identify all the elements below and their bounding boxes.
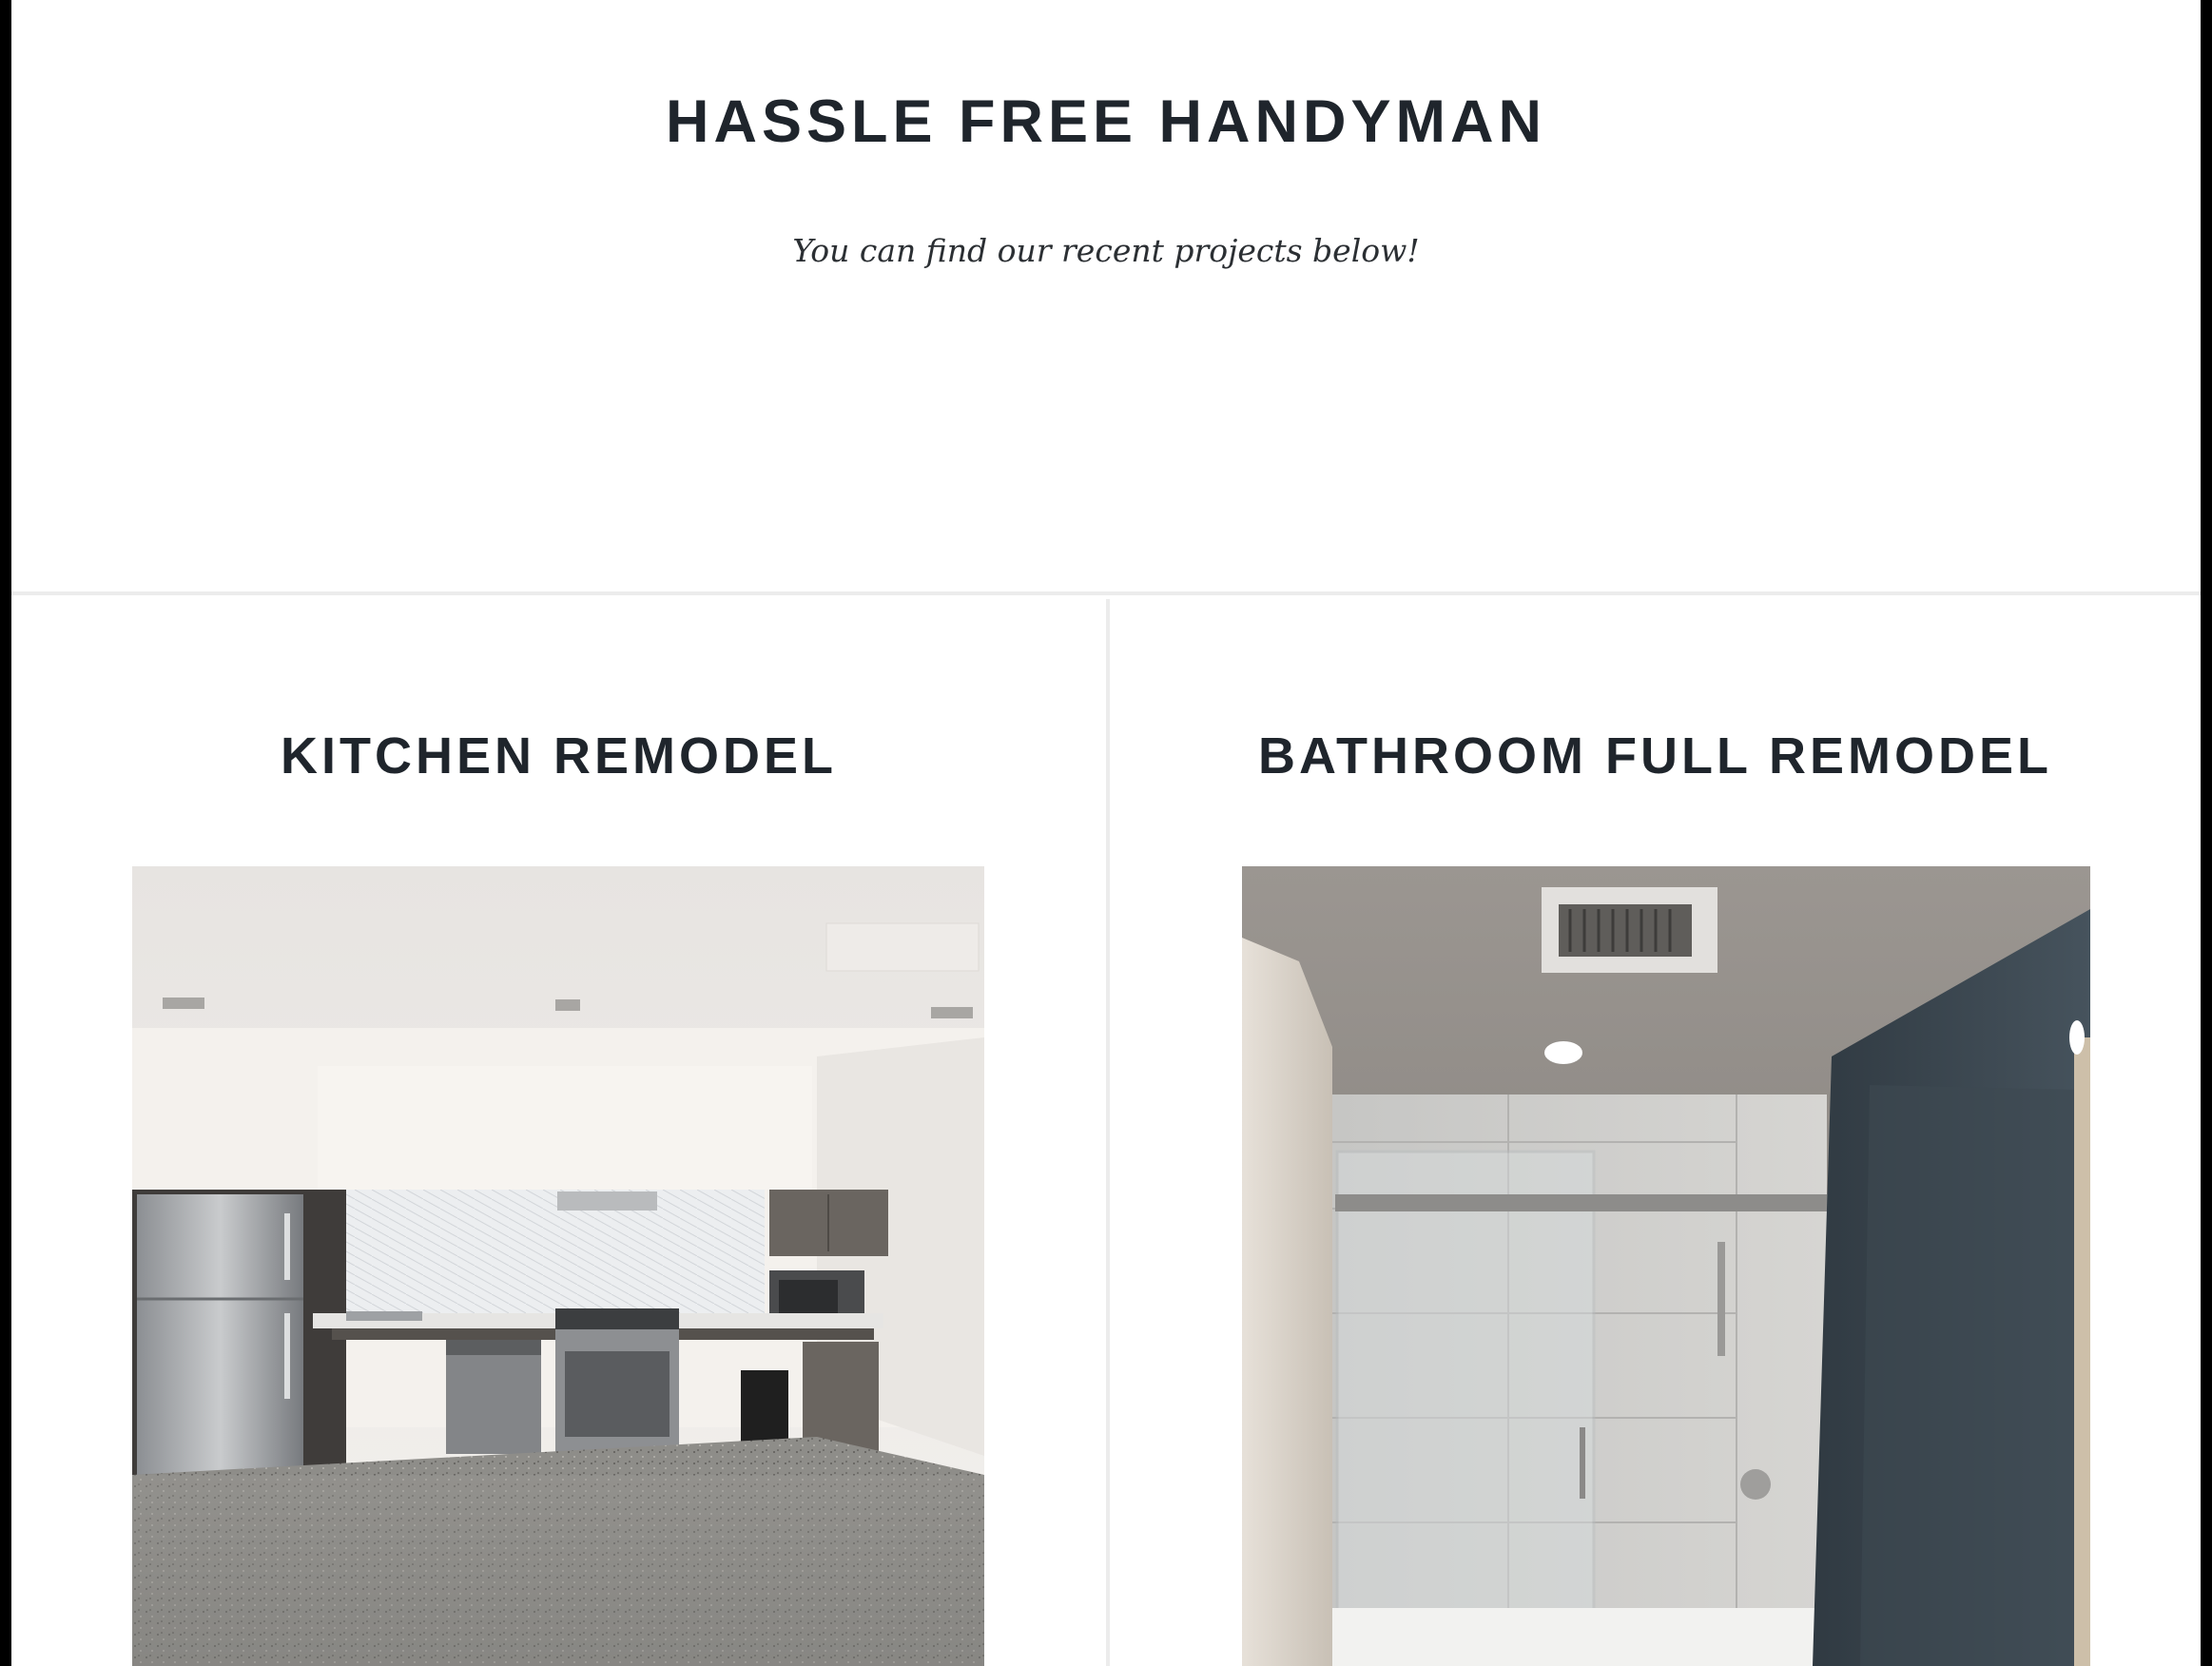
bathroom-remodel-photo[interactable] (1242, 866, 2090, 1666)
projects-grid: KITCHEN REMODEL BATHROOM FULL REMODEL (11, 599, 2201, 1666)
tagline: You can find our recent projects below! (792, 232, 1420, 269)
hero-header: HASSLE FREE HANDYMAN You can find our re… (11, 0, 2201, 595)
bathroom-photo-illustration (1242, 866, 2090, 1666)
kitchen-photo-illustration (132, 866, 984, 1666)
project-card-kitchen: KITCHEN REMODEL (11, 599, 1106, 1666)
project-title-kitchen[interactable]: KITCHEN REMODEL (11, 726, 1106, 785)
site-title[interactable]: HASSLE FREE HANDYMAN (11, 87, 2201, 156)
project-title-bathroom[interactable]: BATHROOM FULL REMODEL (1110, 726, 2201, 785)
kitchen-remodel-photo[interactable] (132, 866, 984, 1666)
project-card-bathroom: BATHROOM FULL REMODEL (1110, 599, 2201, 1666)
page: HASSLE FREE HANDYMAN You can find our re… (11, 0, 2201, 1666)
